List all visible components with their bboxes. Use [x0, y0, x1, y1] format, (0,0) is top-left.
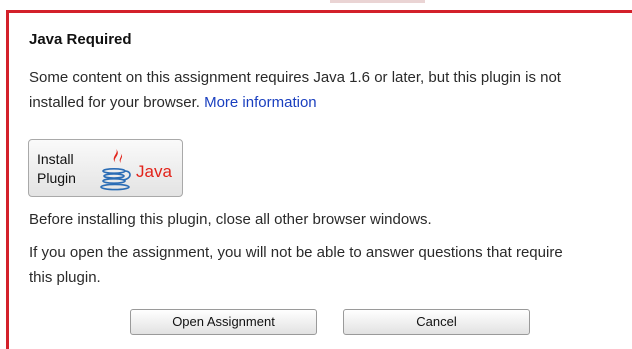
background-decoration	[330, 0, 425, 3]
dialog-message: Some content on this assignment requires…	[29, 65, 561, 115]
cancel-button[interactable]: Cancel	[343, 309, 530, 335]
message-line-2: installed for your browser. More informa…	[29, 90, 561, 115]
warning-line-2: this plugin.	[29, 269, 101, 286]
dialog-title: Java Required	[29, 31, 132, 48]
java-required-dialog: Java Required Some content on this assig…	[6, 10, 632, 349]
open-warning: If you open the assignment, you will not…	[29, 240, 563, 290]
message-line-1: Some content on this assignment requires…	[29, 69, 561, 86]
install-label-line-2: Plugin	[37, 170, 76, 186]
screen: Java Required Some content on this assig…	[0, 0, 632, 349]
install-plugin-button[interactable]: Install Plugin Java	[28, 139, 183, 197]
install-label-line-1: Install	[37, 151, 74, 167]
java-logo-icon: Java	[100, 148, 172, 191]
open-assignment-button[interactable]: Open Assignment	[130, 309, 317, 335]
more-information-link[interactable]: More information	[204, 94, 317, 111]
install-instructions: Before installing this plugin, close all…	[29, 211, 432, 228]
warning-line-1: If you open the assignment, you will not…	[29, 244, 563, 261]
background-page-edge	[0, 0, 632, 10]
install-plugin-label: Install Plugin	[37, 150, 76, 188]
message-line-2-text: installed for your browser.	[29, 94, 205, 111]
java-logo-text: Java	[136, 162, 172, 181]
java-coffee-cup-icon	[100, 148, 131, 191]
